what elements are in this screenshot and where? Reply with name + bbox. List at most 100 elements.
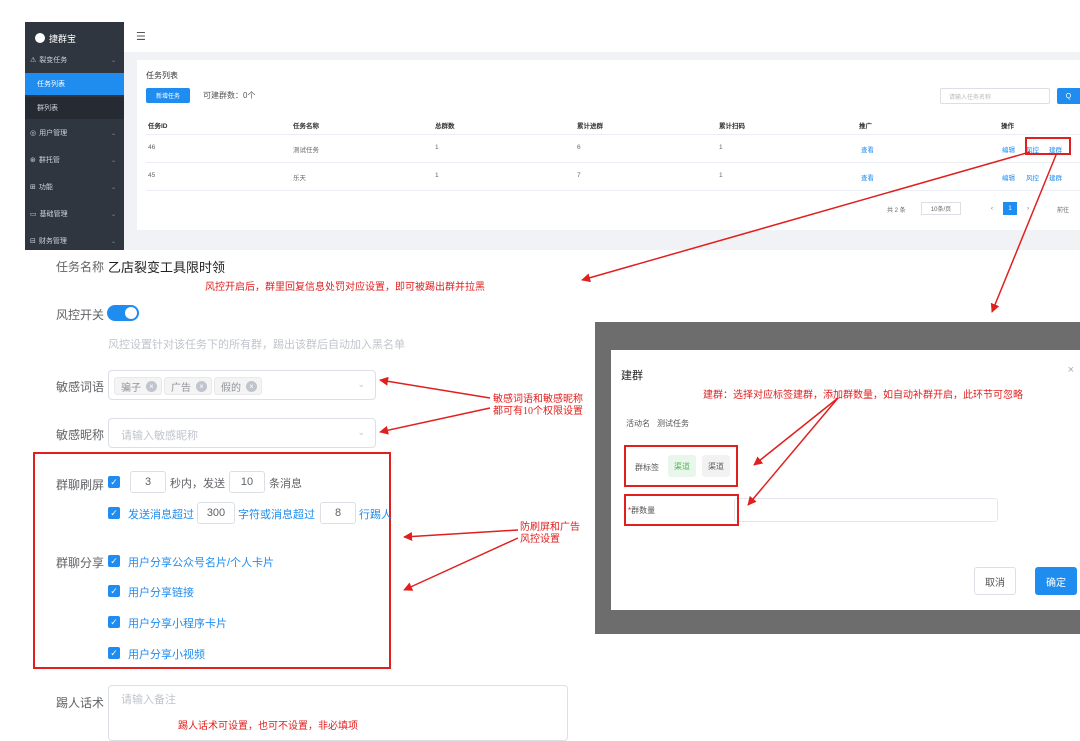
sidebar-item-label: 基础管理 (39, 211, 68, 218)
sensitive-annotation: 敏感词语和敏感昵称 都可有10个权限设置 (493, 394, 583, 417)
risk-hint: 风控设置针对该任务下的所有群，踢出该群后自动加入黑名单 (108, 339, 405, 351)
top-bar: ☰ (124, 22, 1080, 52)
kick-message-textarea[interactable]: 请输入备注 (108, 685, 568, 741)
sidebar-item-label: 财务管理 (38, 238, 67, 245)
cancel-button[interactable]: 取消 (974, 567, 1016, 595)
wallet-icon: ⊟ (30, 238, 36, 245)
sidebar: 捷群宝 ⚠ 裂变任务 ⌄ 任务列表 群列表 ◎ 用户管理 ⌄ ⊛ 群托管 ⌄ ⊞… (25, 22, 124, 250)
sensitive-nick-select[interactable]: 请输入敏感昵称 ⌄ (108, 418, 376, 448)
close-icon[interactable]: × (146, 380, 157, 392)
sensitive-words-select[interactable]: 骗子 × 广告 × 假的 × ⌄ (108, 370, 376, 400)
sidebar-item-group-list[interactable]: 群列表 (25, 97, 124, 119)
sidebar-item-label: 用户管理 (39, 130, 68, 137)
sidebar-item-finance-management[interactable]: ⊟ 财务管理 ⌄ (25, 230, 124, 250)
cell-scanned: 1 (719, 144, 723, 151)
sidebar-item-features[interactable]: ⊞ 功能 ⌄ (25, 176, 124, 198)
admin-panel: 捷群宝 ⚠ 裂变任务 ⌄ 任务列表 群列表 ◎ 用户管理 ⌄ ⊛ 群托管 ⌄ ⊞… (25, 22, 1080, 250)
cell-joined: 7 (577, 172, 581, 179)
tag-highlight-box (624, 445, 738, 487)
modal-annotation: 建群：选择对应标签建群，添加群数量，如自动补群开启，此环节可忽略 (703, 390, 1023, 401)
cell-total-groups: 1 (435, 172, 439, 179)
sidebar-item-label: 群列表 (37, 105, 58, 112)
chevron-down-icon: ⌄ (110, 211, 116, 218)
modal-title: 建群 (621, 370, 643, 382)
close-icon[interactable]: × (196, 380, 207, 392)
spam-mid-text: 秒内，发送 (170, 478, 225, 490)
current-page-button[interactable]: 1 (1003, 202, 1017, 215)
sensitive-words-label: 敏感词语 (56, 380, 105, 394)
menu-toggle-icon[interactable]: ☰ (136, 30, 146, 43)
risk-control-link[interactable]: 风控 (1026, 172, 1039, 182)
long-message-chars-input[interactable]: 300 (197, 502, 235, 524)
long-message-checkbox[interactable]: ✓ (108, 507, 120, 519)
share-label: 群聊分享 (56, 556, 105, 570)
word-tag: 广告 × (164, 377, 212, 395)
chevron-down-icon: ⌄ (110, 57, 116, 64)
task-search-input[interactable]: 请输入任务名称 (940, 88, 1050, 104)
close-icon[interactable]: × (246, 380, 257, 392)
search-button[interactable]: Q (1057, 88, 1080, 104)
card-title: 任务列表 (146, 71, 178, 80)
activity-label: 活动名 (626, 419, 650, 428)
edit-link[interactable]: 编辑 (1002, 144, 1015, 154)
long-message-prefix: 发送消息超过 (128, 509, 194, 521)
group-count-input[interactable] (734, 498, 998, 522)
spam-checkbox[interactable]: ✓ (108, 476, 120, 488)
long-message-lines-input[interactable]: 8 (320, 502, 356, 524)
share-video-checkbox[interactable]: ✓ (108, 647, 120, 659)
row-divider (146, 134, 1080, 135)
sidebar-item-fission-task[interactable]: ⚠ 裂变任务 ⌄ (25, 49, 124, 71)
column-header-total-groups: 总群数 (435, 123, 455, 130)
arrow-to-spam (403, 529, 519, 541)
sidebar-item-group-hosting[interactable]: ⊛ 群托管 ⌄ (25, 149, 124, 171)
risk-toggle-switch[interactable] (107, 305, 139, 321)
task-list-card: 任务列表 新增任务 可建群数：0个 请输入任务名称 Q 任务ID 任务名称 总群… (137, 60, 1080, 230)
risk-switch-label: 风控开关 (56, 308, 105, 322)
available-groups-text: 可建群数：0个 (203, 91, 256, 100)
row-divider (146, 162, 1080, 163)
cell-task-id: 46 (148, 144, 156, 151)
column-header-scanned: 累计扫码 (719, 123, 745, 130)
create-group-link[interactable]: 建群 (1049, 172, 1062, 182)
spam-suffix-text: 条消息 (269, 478, 302, 490)
view-promotion-link[interactable]: 查看 (861, 172, 874, 182)
sidebar-item-basic-management[interactable]: ▭ 基础管理 ⌄ (25, 203, 124, 225)
sidebar-item-user-management[interactable]: ◎ 用户管理 ⌄ (25, 122, 124, 144)
spam-label: 群聊刷屏 (56, 478, 105, 492)
share-miniprogram-checkbox[interactable]: ✓ (108, 616, 120, 628)
column-header-promotion: 推广 (859, 123, 872, 130)
actions-highlight-box (1025, 137, 1071, 155)
pagination-total: 共 2 条 (887, 208, 906, 214)
chevron-down-icon: ⌄ (357, 379, 365, 389)
view-promotion-link[interactable]: 查看 (861, 144, 874, 154)
row-divider (146, 190, 1080, 191)
long-message-mid: 字符或消息超过 (238, 509, 315, 521)
share-link-checkbox[interactable]: ✓ (108, 585, 120, 597)
share-option-label: 用户分享链接 (128, 587, 194, 599)
folder-icon: ▭ (30, 211, 37, 218)
share-card-checkbox[interactable]: ✓ (108, 555, 120, 567)
logo-icon (35, 33, 45, 43)
sidebar-item-label: 群托管 (38, 157, 60, 164)
task-name-value: 乙店裂变工具限时领 (108, 260, 226, 275)
sidebar-item-task-list[interactable]: 任务列表 (25, 73, 124, 95)
column-header-task-id: 任务ID (148, 123, 168, 130)
cell-task-id: 45 (148, 172, 156, 179)
prev-page-button[interactable]: ‹ (985, 202, 999, 215)
chevron-down-icon: ⌄ (110, 238, 116, 245)
page-size-select[interactable]: 10条/页 (921, 202, 961, 215)
share-option-label: 用户分享小视频 (128, 649, 205, 661)
spam-count-input[interactable]: 10 (229, 471, 265, 493)
next-page-button[interactable]: › (1021, 202, 1035, 215)
spam-seconds-input[interactable]: 3 (130, 471, 166, 493)
word-tag: 假的 × (214, 377, 262, 395)
confirm-button[interactable]: 确定 (1035, 567, 1077, 595)
cell-task-name: 乐天 (293, 175, 306, 182)
column-header-actions: 操作 (1001, 123, 1014, 130)
close-icon[interactable]: × (1068, 364, 1074, 376)
warning-icon: ⚠ (30, 57, 37, 64)
long-message-suffix: 行踢人 (359, 509, 392, 521)
edit-link[interactable]: 编辑 (1002, 172, 1015, 182)
kick-placeholder: 请输入备注 (121, 694, 176, 706)
new-task-button[interactable]: 新增任务 (146, 88, 190, 103)
